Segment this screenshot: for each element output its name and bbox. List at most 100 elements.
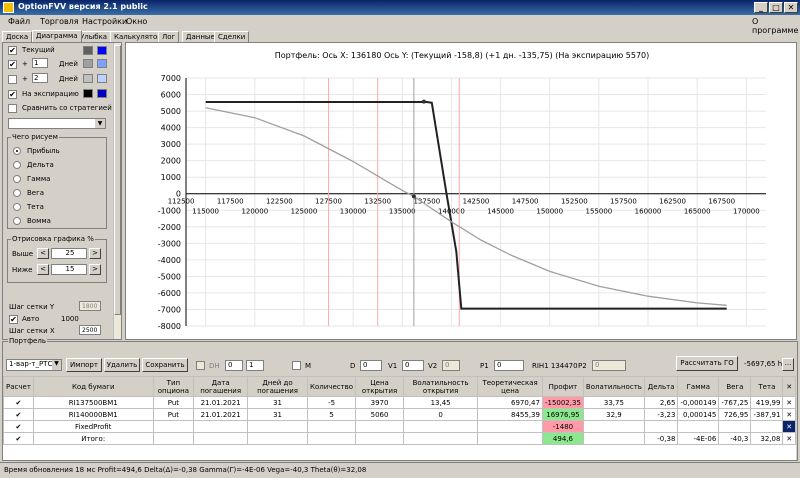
plus1-color-2[interactable]: [97, 59, 107, 68]
dh-input-1[interactable]: 0: [225, 360, 243, 371]
row-checkbox[interactable]: ✔: [3, 420, 34, 433]
menu-file[interactable]: Файл: [8, 17, 30, 26]
cell-price[interactable]: 3970: [355, 396, 404, 409]
delete-row-button[interactable]: ✕: [782, 432, 796, 445]
chart-canvas[interactable]: 70006000500040003000200010000-1000-2000-…: [126, 43, 798, 341]
radio-gamma[interactable]: [13, 175, 21, 183]
col-delete[interactable]: ✕: [782, 376, 796, 397]
maximize-button[interactable]: □: [769, 2, 783, 13]
col-qty[interactable]: Количество: [307, 376, 357, 397]
plus1-color-1[interactable]: [83, 59, 93, 68]
p2-input[interactable]: 0: [592, 360, 626, 371]
col-delta[interactable]: Дельта: [643, 376, 679, 397]
col-profit[interactable]: Профит: [541, 376, 584, 397]
col-vega[interactable]: Вега: [718, 376, 752, 397]
m-checkbox[interactable]: [292, 361, 301, 370]
grid-y-input[interactable]: 1800: [79, 301, 101, 311]
import-button[interactable]: Импорт: [66, 358, 102, 372]
plus1-days-input[interactable]: 1: [32, 58, 48, 68]
expiration-color-2[interactable]: [97, 89, 107, 98]
minimize-button[interactable]: _: [754, 2, 768, 13]
table-row[interactable]: ✔ RI137500BM1 Put 21.01.2021 31 -5 3970 …: [3, 396, 796, 409]
plus2-days-label: Дней: [59, 75, 78, 83]
col-theta[interactable]: Тета: [750, 376, 784, 397]
col-vol-open[interactable]: Волатильность открытия: [402, 376, 479, 397]
radio-vega[interactable]: [13, 189, 21, 197]
menu-settings[interactable]: Настройки: [82, 17, 127, 26]
cell-type: Put: [152, 396, 195, 409]
radio-theta[interactable]: [13, 203, 21, 211]
cell-price[interactable]: 5060: [355, 408, 404, 421]
above-decrease-button[interactable]: <: [37, 248, 49, 259]
p1-input[interactable]: 0: [494, 360, 524, 371]
table-row[interactable]: ✔ FixedProfit -1480 ✕: [3, 420, 796, 433]
row-checkbox[interactable]: ✔: [3, 432, 34, 445]
expiration-checkbox[interactable]: ✔: [8, 90, 17, 99]
plus2-checkbox[interactable]: [8, 75, 17, 84]
below-decrease-button[interactable]: <: [37, 264, 49, 275]
radio-vega-label: Вега: [27, 189, 45, 197]
v2-input[interactable]: 0: [442, 360, 460, 371]
plus2-color-2[interactable]: [97, 74, 107, 83]
d-input[interactable]: 0: [360, 360, 382, 371]
menu-window[interactable]: Окно: [126, 17, 147, 26]
save-button[interactable]: Сохранить: [142, 358, 188, 372]
p1-label: P1: [480, 362, 489, 370]
scrollbar-thumb[interactable]: [114, 45, 121, 315]
left-panel-scrollbar[interactable]: [113, 43, 121, 339]
calculate-margin-button[interactable]: Рассчитать ГО: [676, 356, 738, 371]
delete-row-button[interactable]: ✕: [782, 408, 796, 421]
radio-profit[interactable]: [13, 147, 21, 155]
more-button[interactable]: ...: [782, 358, 794, 371]
tab-diagram[interactable]: Диаграмма: [32, 30, 82, 42]
below-input[interactable]: 15: [51, 264, 87, 275]
current-checkbox[interactable]: ✔: [8, 46, 17, 55]
menu-trade[interactable]: Торговля: [40, 17, 79, 26]
row-checkbox[interactable]: ✔: [3, 408, 34, 421]
col-date[interactable]: Дата погашения: [193, 376, 249, 397]
grid-x-input[interactable]: 2500: [79, 325, 101, 335]
cell-qty[interactable]: 5: [307, 408, 357, 421]
close-button[interactable]: ✕: [784, 2, 798, 13]
tab-deals[interactable]: Сделки: [214, 31, 250, 42]
tab-board[interactable]: Доска: [2, 31, 33, 42]
plus2-color-1[interactable]: [83, 74, 93, 83]
col-type[interactable]: Тип опциона: [152, 376, 195, 397]
delete-row-button[interactable]: ✕: [782, 420, 796, 433]
radio-delta[interactable]: [13, 161, 21, 169]
tab-log[interactable]: Лог: [158, 31, 180, 42]
plus1-checkbox[interactable]: ✔: [8, 60, 17, 69]
cell-vol-open[interactable]: 0: [402, 408, 479, 421]
delete-row-button[interactable]: ✕: [782, 396, 796, 409]
col-calc[interactable]: Расчет: [3, 376, 34, 397]
above-input[interactable]: 25: [51, 248, 87, 259]
render-group-title: Отрисовка графика %: [11, 235, 95, 243]
col-vol[interactable]: Волатильность: [582, 376, 645, 397]
auto-label: Авто: [22, 315, 40, 323]
expiration-color-1[interactable]: [83, 89, 93, 98]
col-gamma[interactable]: Гамма: [677, 376, 720, 397]
auto-checkbox[interactable]: ✔: [9, 315, 18, 324]
col-price[interactable]: Цена открытия: [355, 376, 404, 397]
below-increase-button[interactable]: >: [89, 264, 101, 275]
dh-checkbox[interactable]: [196, 361, 205, 370]
dh-input-2[interactable]: 1: [246, 360, 264, 371]
col-days[interactable]: Дней до погашения: [247, 376, 309, 397]
cell-qty[interactable]: -5: [307, 396, 357, 409]
strategy-select[interactable]: ▼: [8, 118, 106, 129]
delete-button[interactable]: Удалить: [104, 358, 140, 372]
above-increase-button[interactable]: >: [89, 248, 101, 259]
col-theo[interactable]: Теоретическая цена: [477, 376, 543, 397]
compare-checkbox[interactable]: [8, 104, 17, 113]
current-color-1[interactable]: [83, 46, 93, 55]
cell-type: [152, 432, 195, 445]
plus2-days-input[interactable]: 2: [32, 73, 48, 83]
row-checkbox[interactable]: ✔: [3, 396, 34, 409]
cell-vol-open[interactable]: 13,45: [402, 396, 479, 409]
current-color-2[interactable]: [97, 46, 107, 55]
radio-vomma[interactable]: [13, 217, 21, 225]
chevron-down-icon[interactable]: ▼: [52, 360, 61, 370]
v1-input[interactable]: 0: [402, 360, 424, 371]
table-row[interactable]: ✔ RI140000BM1 Put 21.01.2021 31 5 5060 0…: [3, 408, 796, 421]
col-code[interactable]: Код бумаги: [32, 376, 154, 397]
